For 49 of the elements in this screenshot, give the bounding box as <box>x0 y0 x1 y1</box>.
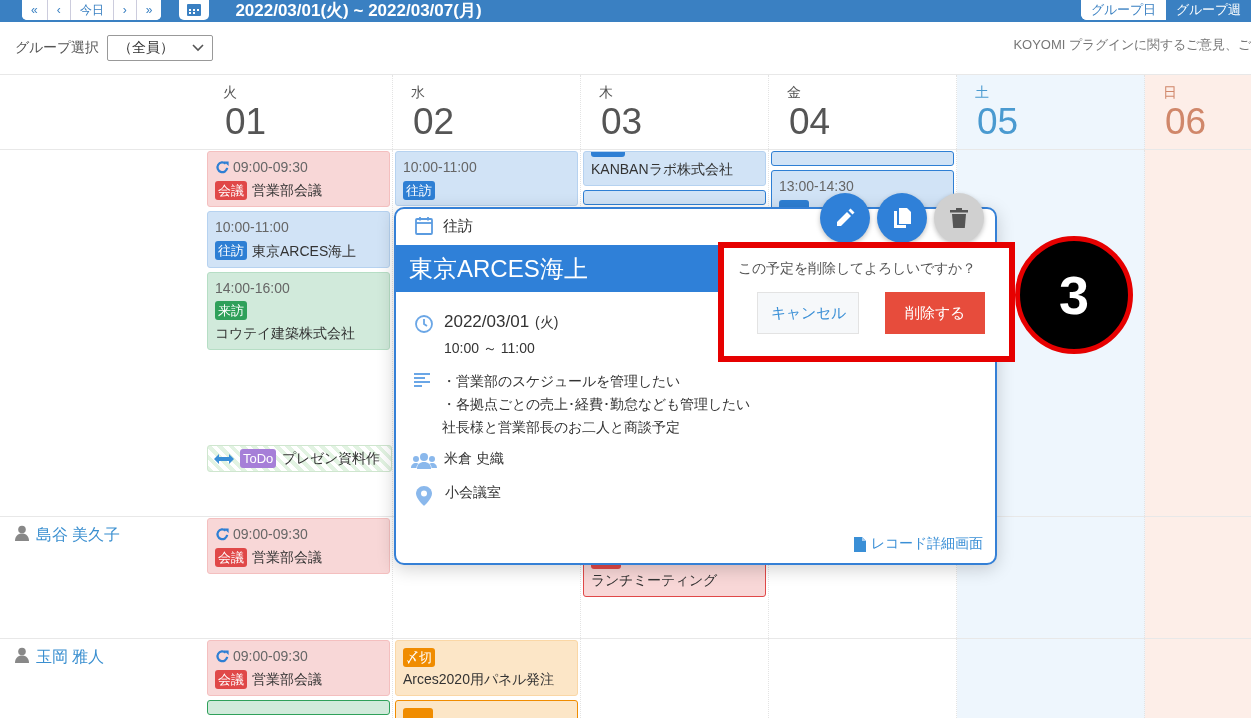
event-time: 14:00-16:00 <box>215 278 290 298</box>
day-number: 01 <box>224 101 268 143</box>
event-date: 2022/03/01 <box>444 312 530 331</box>
category-tag: 往訪 <box>215 241 247 261</box>
description-line: ・各拠点ごとの売上･経費･勤怠なども管理したい <box>442 395 750 414</box>
category-tag: 〆切 <box>403 647 435 667</box>
confirm-message: この予定を削除してよろしいですか？ <box>738 260 977 278</box>
description-line: 社長様と営業部長のお二人と商談予定 <box>442 418 681 437</box>
weekday-label: 土 <box>975 83 990 101</box>
date-range-title: 2022/03/01(火) ~ 2022/03/07(月) <box>235 0 482 22</box>
category-tag: 会議 <box>215 547 247 567</box>
weekday-label: 金 <box>787 83 802 101</box>
event-title: Arces2020用パネル発注 <box>403 670 554 690</box>
event-title: コウテイ建築株式会社 <box>215 323 355 343</box>
description-line: ・営業部のスケジュールを管理したい <box>442 372 681 391</box>
event-title: プレゼン資料作 <box>282 449 381 468</box>
day-number: 03 <box>600 101 644 143</box>
feedback-notice: KOYOMI プラグインに関するご意見、ご <box>1013 36 1251 54</box>
day-number: 05 <box>976 101 1020 143</box>
day-number: 04 <box>788 101 832 143</box>
category-tag: ToDo <box>240 449 277 468</box>
event-title: 営業部会議 <box>252 670 322 690</box>
event-title: 営業部会議 <box>252 181 322 201</box>
day-number: 06 <box>1164 101 1208 143</box>
location-name: 小会議室 <box>445 484 501 502</box>
event-time: 13:00-14:30 <box>779 177 854 196</box>
day-number: 02 <box>412 101 456 143</box>
event-time: 09:00-09:30 <box>233 647 308 666</box>
event-category: 往訪 <box>443 216 473 236</box>
weekday-label: 日 <box>1163 83 1178 101</box>
event-time: 09:00-09:30 <box>233 525 308 544</box>
event-time-range: 10:00 ～ 11:00 <box>444 340 536 358</box>
event-title: 営業部会議 <box>252 548 322 568</box>
category-tag: 往訪 <box>403 180 435 200</box>
group-select-label: グループ選択 <box>15 39 99 57</box>
event-weekday: (火) <box>535 314 559 330</box>
event-title: 東京ARCES海上 <box>252 241 357 261</box>
weekday-label: 火 <box>223 83 238 101</box>
category-tag: 来訪 <box>215 301 247 321</box>
event-time: 10:00-11:00 <box>403 158 477 177</box>
category-tag: 会議 <box>215 180 247 200</box>
event-time: 10:00-11:00 <box>215 218 289 238</box>
event-title: KANBANラボ株式会社 <box>591 160 733 180</box>
attendee-name: 米倉 史織 <box>444 450 504 468</box>
event-time: 09:00-09:30 <box>233 158 308 177</box>
category-tag: 会議 <box>215 669 247 689</box>
weekday-label: 水 <box>411 83 426 101</box>
weekday-label: 木 <box>599 83 614 101</box>
event-title: ランチミーティング <box>591 571 718 590</box>
